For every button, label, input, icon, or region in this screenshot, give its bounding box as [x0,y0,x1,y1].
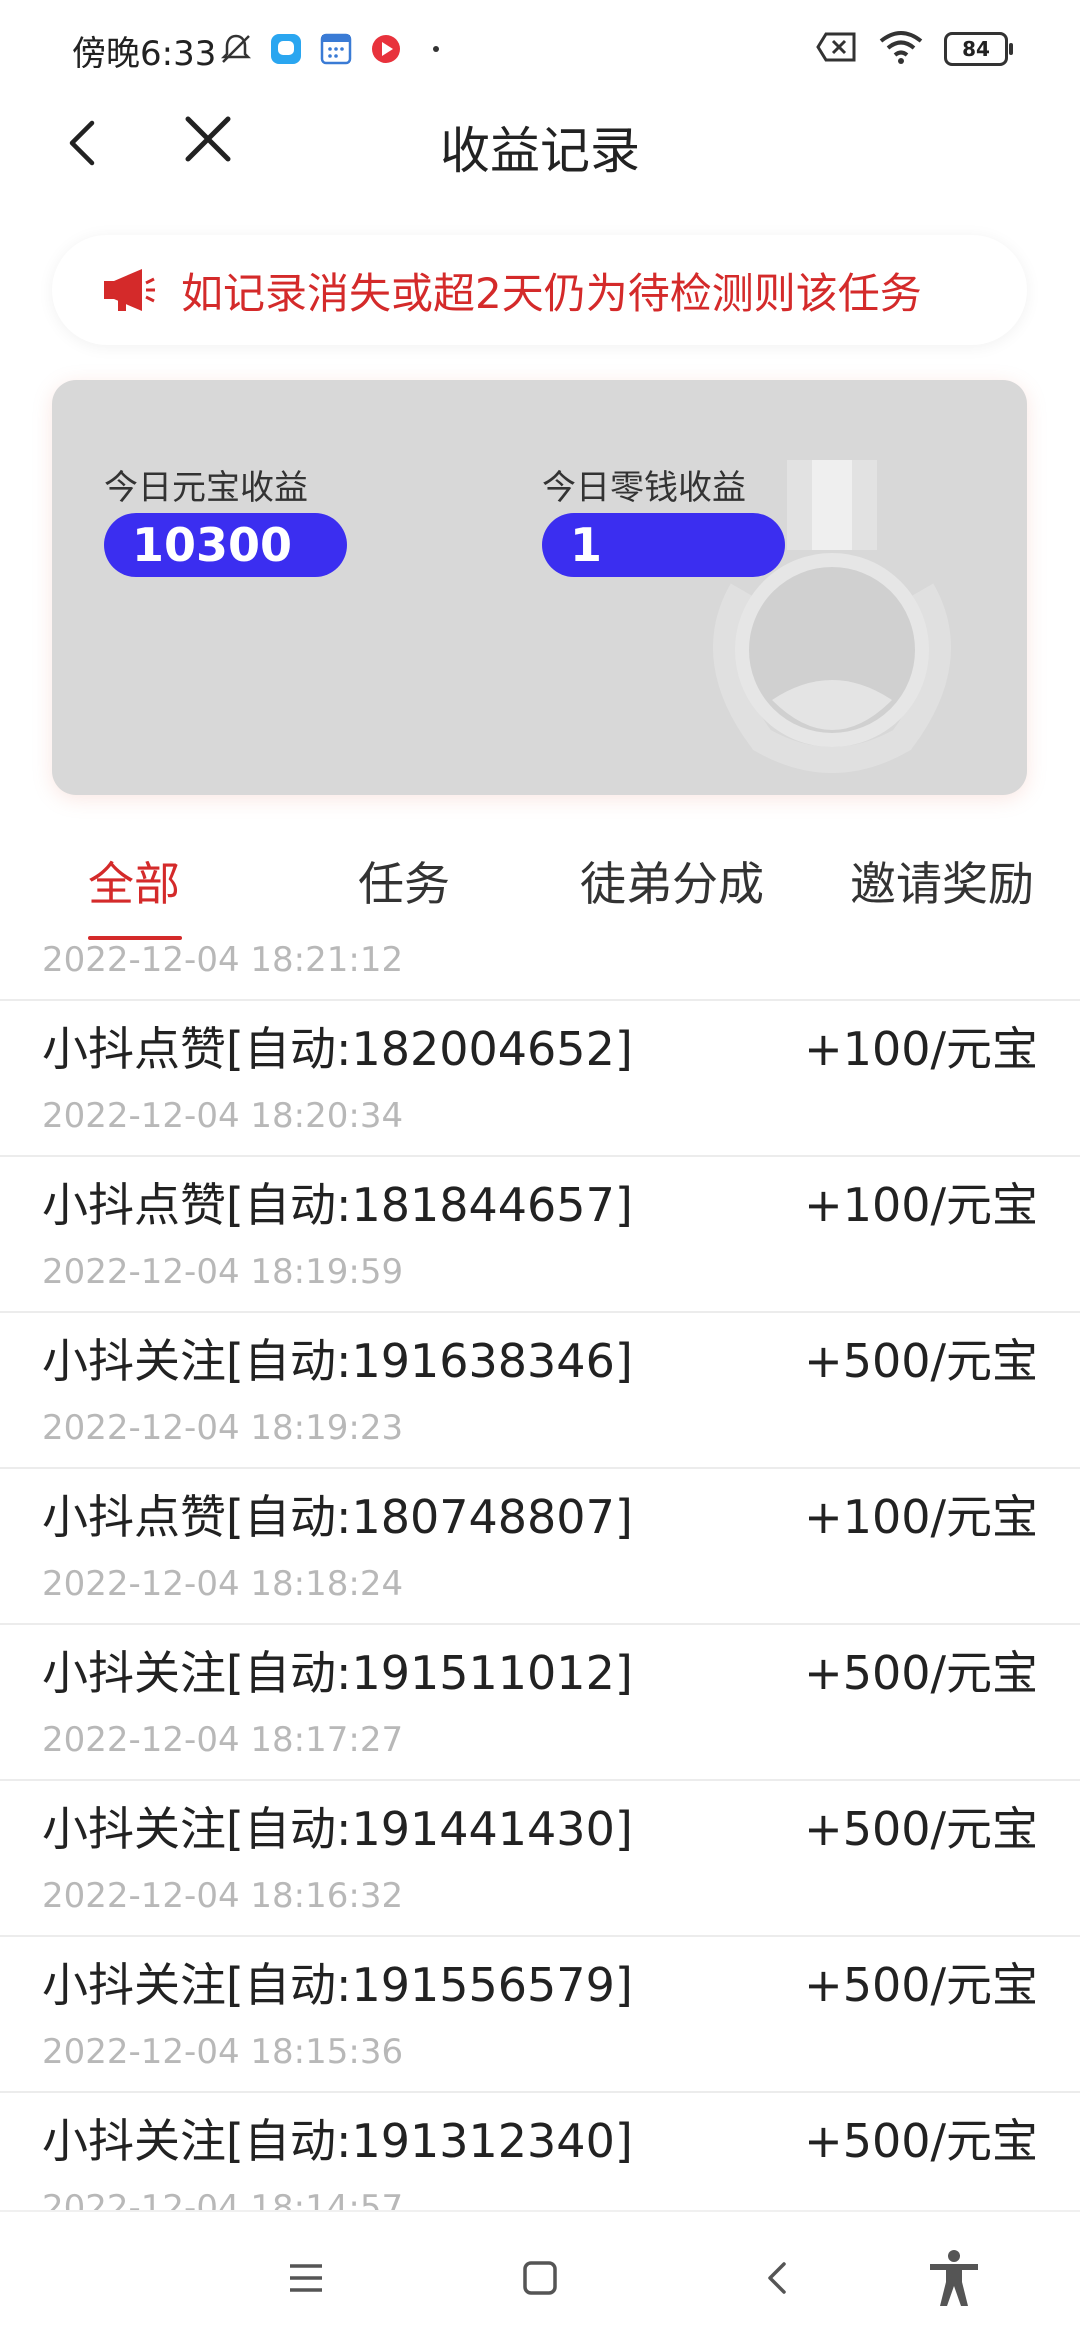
notice-banner: 如记录消失或超2天仍为待检测则该任务 [52,235,1027,345]
system-nav-bar [0,2210,1080,2342]
list-item[interactable]: 小抖关注[自动:191638346] +500/元宝 2022-12-04 18… [0,1313,1080,1469]
nav-bar: 收益记录 [0,95,1080,190]
records-list[interactable]: 2022-12-04 18:21:12 小抖点赞[自动:182004652] +… [0,940,1080,2210]
yuanbao-label: 今日元宝收益 [104,468,308,508]
home-icon[interactable] [516,2254,564,2302]
sim-x-icon [816,30,858,68]
tab-tasks[interactable]: 任务 [358,848,450,914]
megaphone-icon [102,265,156,315]
record-amount: +500/元宝 [804,1646,1038,1700]
list-item[interactable]: 2022-12-04 18:21:12 [0,940,1080,1001]
back-icon[interactable] [754,2254,802,2302]
status-bar: 傍晚6:33 84 [0,0,1080,95]
record-title: 小抖点赞[自动:182004652] [42,1022,633,1076]
silent-bell-icon [218,31,254,67]
record-amount: +500/元宝 [804,1334,1038,1388]
list-item[interactable]: 小抖关注[自动:191556579] +500/元宝 2022-12-04 18… [0,1937,1080,2093]
list-item[interactable]: 小抖点赞[自动:182004652] +100/元宝 2022-12-04 18… [0,1001,1080,1157]
record-amount: +500/元宝 [804,1802,1038,1856]
record-amount: +100/元宝 [804,1022,1038,1076]
record-time: 2022-12-04 18:16:32 [42,1876,404,1916]
record-amount: +500/元宝 [804,2114,1038,2168]
record-time: 2022-12-04 18:17:27 [42,1720,404,1760]
list-item[interactable]: 小抖关注[自动:191511012] +500/元宝 2022-12-04 18… [0,1625,1080,1781]
change-earnings: 今日零钱收益 1 [542,460,785,577]
list-item[interactable]: 小抖点赞[自动:180748807] +100/元宝 2022-12-04 18… [0,1469,1080,1625]
record-amount: +100/元宝 [804,1490,1038,1544]
list-item[interactable]: 小抖关注[自动:191441430] +500/元宝 2022-12-04 18… [0,1781,1080,1937]
yuanbao-value: 10300 [104,513,347,577]
record-title: 小抖关注[自动:191556579] [42,1958,633,2012]
record-time: 2022-12-04 18:20:34 [42,1096,404,1136]
calendar-app-icon [318,31,354,67]
tab-apprentice-share[interactable]: 徒弟分成 [580,848,764,914]
record-amount: +100/元宝 [804,1178,1038,1232]
record-tabs: 全部 任务 徒弟分成 邀请奖励 [0,840,1080,940]
status-notification-icons [218,24,454,74]
status-time: 傍晚6:33 [72,34,217,74]
record-time: 2022-12-04 18:21:12 [42,940,404,980]
dot-icon [418,31,454,67]
tab-all[interactable]: 全部 [88,848,180,914]
battery-icon: 84 [944,32,1013,66]
record-title: 小抖关注[自动:191312340] [42,2114,633,2168]
record-title: 小抖关注[自动:191441430] [42,1802,633,1856]
record-time: 2022-12-04 18:19:23 [42,1408,404,1448]
record-title: 小抖关注[自动:191638346] [42,1334,633,1388]
chat-app-icon [268,31,304,67]
page-title: 收益记录 [440,122,640,180]
record-title: 小抖点赞[自动:181844657] [42,1178,633,1232]
accessibility-icon[interactable] [926,2248,982,2308]
change-value: 1 [542,513,785,577]
earnings-card: 今日元宝收益 10300 今日零钱收益 1 [52,380,1027,795]
record-amount: +500/元宝 [804,1958,1038,2012]
tab-invite-reward[interactable]: 邀请奖励 [850,848,1034,914]
menu-icon[interactable] [282,2254,330,2302]
record-time: 2022-12-04 18:15:36 [42,2032,404,2072]
record-title: 小抖关注[自动:191511012] [42,1646,633,1700]
record-time: 2022-12-04 18:14:57 [42,2188,404,2210]
yuanbao-earnings: 今日元宝收益 10300 [104,460,347,577]
status-system-icons: 84 [816,24,1013,74]
record-title: 小抖点赞[自动:180748807] [42,1490,633,1544]
record-time: 2022-12-04 18:19:59 [42,1252,404,1292]
notice-text: 如记录消失或超2天仍为待检测则该任务 [181,268,922,318]
video-app-icon [368,31,404,67]
list-item[interactable]: 小抖点赞[自动:181844657] +100/元宝 2022-12-04 18… [0,1157,1080,1313]
list-item[interactable]: 小抖关注[自动:191312340] +500/元宝 2022-12-04 18… [0,2093,1080,2210]
wifi-icon [878,29,924,69]
change-label: 今日零钱收益 [542,468,746,508]
record-time: 2022-12-04 18:18:24 [42,1564,404,1604]
